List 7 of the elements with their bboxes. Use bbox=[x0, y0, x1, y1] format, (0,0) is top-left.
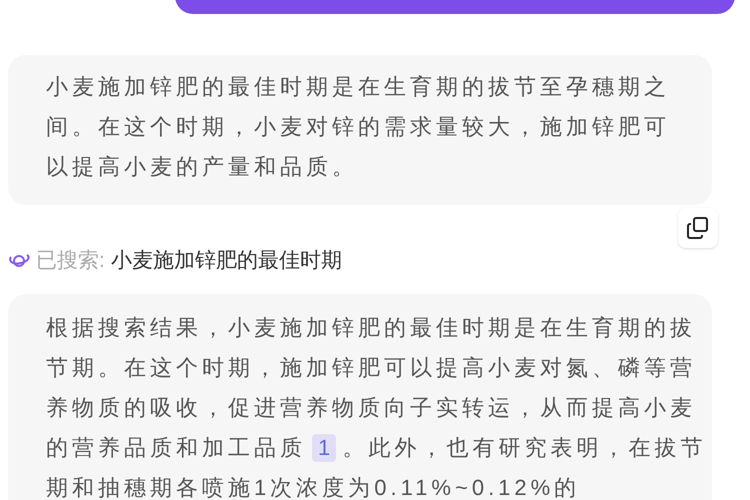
citation-link[interactable]: 1 bbox=[312, 434, 336, 462]
search-query: 小麦施加锌肥的最佳时期 bbox=[110, 248, 342, 274]
copy-icon bbox=[686, 216, 710, 240]
search-label: 已搜索: bbox=[36, 248, 105, 274]
result-text: 根据搜索结果，小麦施加锌肥的最佳时期是在生育期的拔节期。在这个时期，施加锌肥可以提高小麦对氮、磷等营养物质的吸收，促进营养物质向子实转运，从而提高小麦的营养品质和加工品质 1 。此外，也有研究表明，在拔节期和抽穗期各喷施1次浓度为0.11%~0.12%的 bbox=[46, 314, 708, 500]
copy-button[interactable] bbox=[678, 208, 718, 248]
answer-text: 小麦施加锌肥的最佳时期是在生育期的拔节至孕穗期之间。在这个时期，小麦对锌的需求量较大，施加锌肥可以提高小麦的产量和品质。 bbox=[46, 73, 671, 181]
